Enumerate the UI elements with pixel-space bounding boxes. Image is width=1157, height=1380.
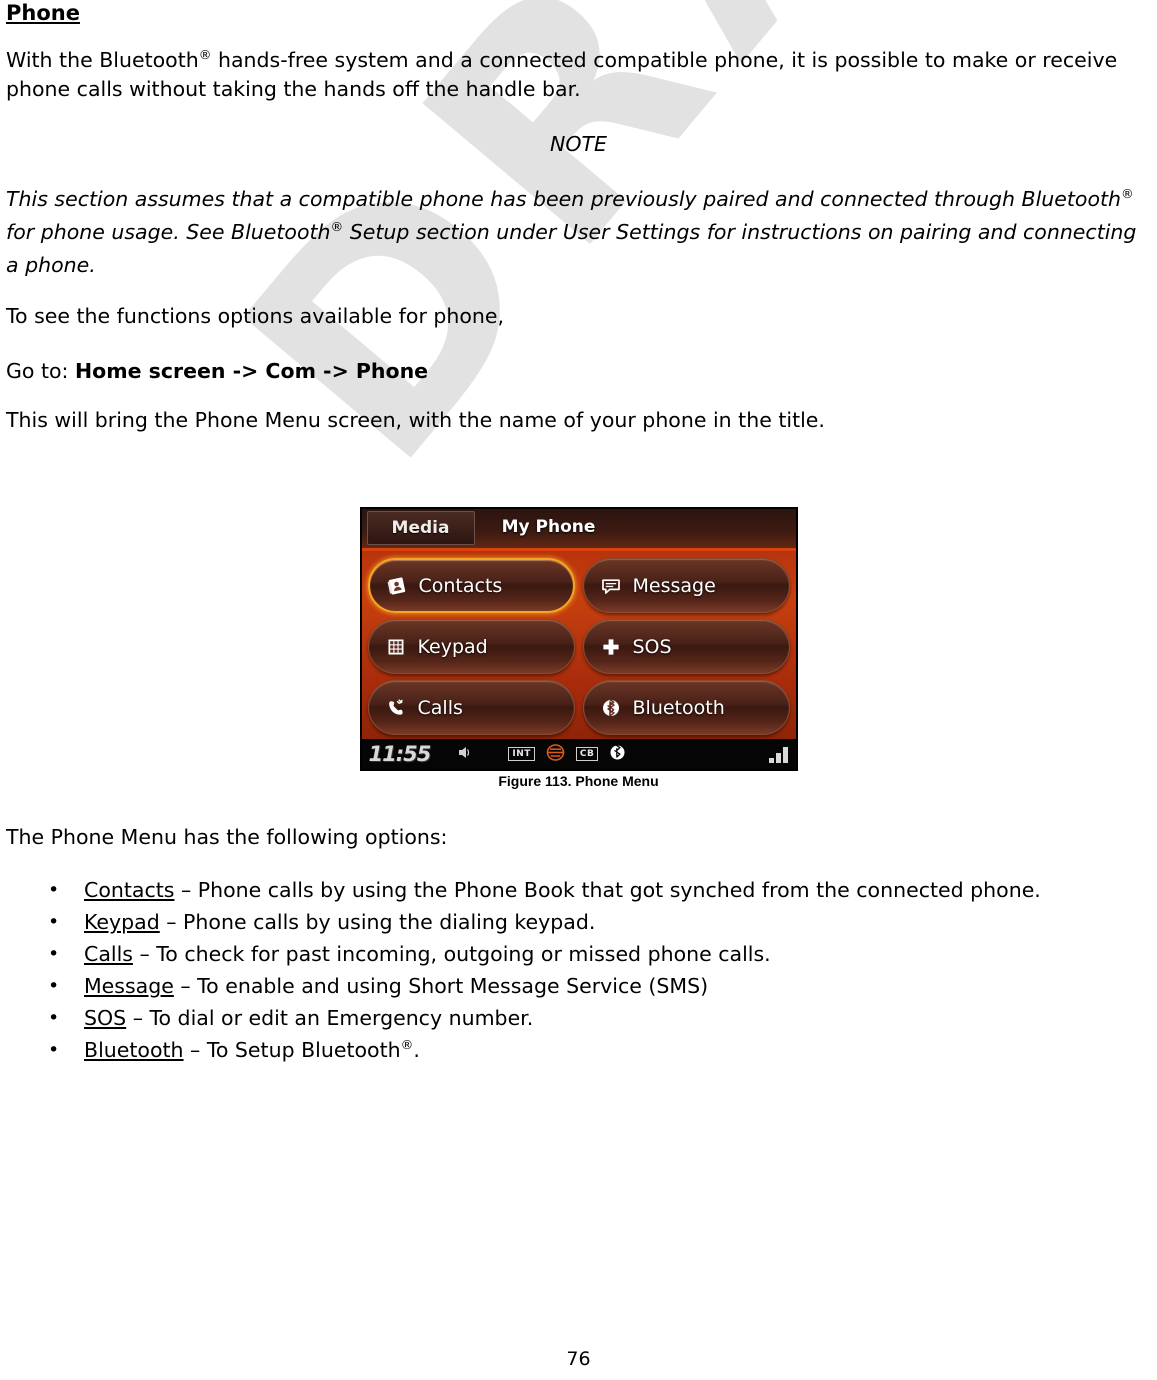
menu-button-message[interactable]: Message xyxy=(582,558,790,613)
phone-menu-grid: Contacts Message Keypad SOS Calls Blueto… xyxy=(361,551,796,739)
cb-badge: CB xyxy=(575,747,599,761)
registered-mark-icon: ® xyxy=(1121,186,1134,202)
menu-button-label: Contacts xyxy=(418,574,503,597)
option-desc: – Phone calls by using the Phone Book th… xyxy=(174,878,1041,902)
list-item: Message – To enable and using Short Mess… xyxy=(6,970,1151,1002)
menu-button-calls[interactable]: Calls xyxy=(367,680,575,735)
list-item: Bluetooth – To Setup Bluetooth®. xyxy=(6,1034,1151,1066)
harley-shield-icon xyxy=(546,743,565,765)
registered-mark-icon: ® xyxy=(198,47,212,63)
note-body: This section assumes that a compatible p… xyxy=(6,183,1151,282)
see-functions-paragraph: To see the functions options available f… xyxy=(6,304,505,328)
device-screen-title: My Phone xyxy=(501,517,596,537)
goto-paragraph: Go to: Home screen -> Com -> Phone xyxy=(6,357,1151,386)
page-number: 76 xyxy=(566,1348,591,1370)
plus-cross-icon xyxy=(600,636,622,658)
menu-button-label: SOS xyxy=(632,635,672,658)
speaker-icon xyxy=(456,744,472,765)
note-part-1: This section assumes that a compatible p… xyxy=(6,187,1122,211)
option-desc-suffix: . xyxy=(413,1038,420,1062)
document-page: Phone With the Bluetooth® hands-free sys… xyxy=(0,0,1157,1066)
option-term: Message xyxy=(84,974,174,998)
list-item: Keypad – Phone calls by using the dialin… xyxy=(6,906,1151,938)
status-icon-group: INT CB xyxy=(456,742,626,765)
page-title: Phone xyxy=(6,1,80,25)
menu-button-label: Keypad xyxy=(417,635,488,658)
list-item: Contacts – Phone calls by using the Phon… xyxy=(6,874,1151,906)
option-desc: – To dial or edit an Emergency number. xyxy=(126,1006,534,1030)
bluetooth-icon xyxy=(609,742,626,765)
menu-button-keypad[interactable]: Keypad xyxy=(367,619,575,674)
option-term: Contacts xyxy=(84,878,175,902)
keypad-grid-icon xyxy=(385,636,407,658)
registered-mark-icon: ® xyxy=(400,1037,414,1053)
option-desc: – To enable and using Short Message Serv… xyxy=(173,974,709,998)
menu-button-sos[interactable]: SOS xyxy=(582,619,790,674)
signal-bars-icon xyxy=(768,747,788,763)
result-paragraph: This will bring the Phone Menu screen, w… xyxy=(6,408,825,432)
goto-label: Go to: xyxy=(6,359,69,383)
option-desc: – To check for past incoming, outgoing o… xyxy=(132,942,771,966)
option-term: Calls xyxy=(84,942,133,966)
list-item: Calls – To check for past incoming, outg… xyxy=(6,938,1151,970)
note-part-2: for phone usage. See Bluetooth xyxy=(6,220,331,244)
contacts-book-icon xyxy=(386,575,408,597)
menu-button-bluetooth[interactable]: Bluetooth xyxy=(582,680,790,735)
menu-button-contacts[interactable]: Contacts xyxy=(367,558,575,613)
figure-phone-menu: Media My Phone Contacts Message Keypad S… xyxy=(6,507,1151,789)
options-intro: The Phone Menu has the following options… xyxy=(6,825,448,849)
registered-mark-icon: ® xyxy=(330,219,344,235)
menu-button-label: Message xyxy=(632,574,716,597)
list-item: SOS – To dial or edit an Emergency numbe… xyxy=(6,1002,1151,1034)
figure-caption: Figure 113. Phone Menu xyxy=(498,773,659,789)
int-badge: INT xyxy=(508,747,535,761)
message-bubble-icon xyxy=(600,575,622,597)
option-desc: – Phone calls by using the dialing keypa… xyxy=(159,910,596,934)
option-term: SOS xyxy=(84,1006,127,1030)
device-status-bar: 11:55 INT CB xyxy=(361,739,796,769)
goto-path: Home screen -> Com -> Phone xyxy=(74,359,429,383)
intro-text-before: With the Bluetooth xyxy=(6,48,199,72)
intro-paragraph: With the Bluetooth® hands-free system an… xyxy=(6,46,1151,104)
menu-button-label: Calls xyxy=(417,696,463,719)
device-screenshot: Media My Phone Contacts Message Keypad S… xyxy=(359,507,798,771)
device-header-bar: Media My Phone xyxy=(361,509,796,551)
bluetooth-icon xyxy=(600,696,622,719)
option-desc: – To Setup Bluetooth xyxy=(183,1038,401,1062)
note-title: NOTE xyxy=(550,132,607,156)
menu-button-label: Bluetooth xyxy=(632,696,725,719)
status-clock: 11:55 xyxy=(368,742,432,766)
option-term: Bluetooth xyxy=(84,1038,184,1062)
option-term: Keypad xyxy=(84,910,160,934)
phone-options-list: Contacts – Phone calls by using the Phon… xyxy=(6,874,1151,1066)
phone-handset-icon xyxy=(385,697,407,719)
